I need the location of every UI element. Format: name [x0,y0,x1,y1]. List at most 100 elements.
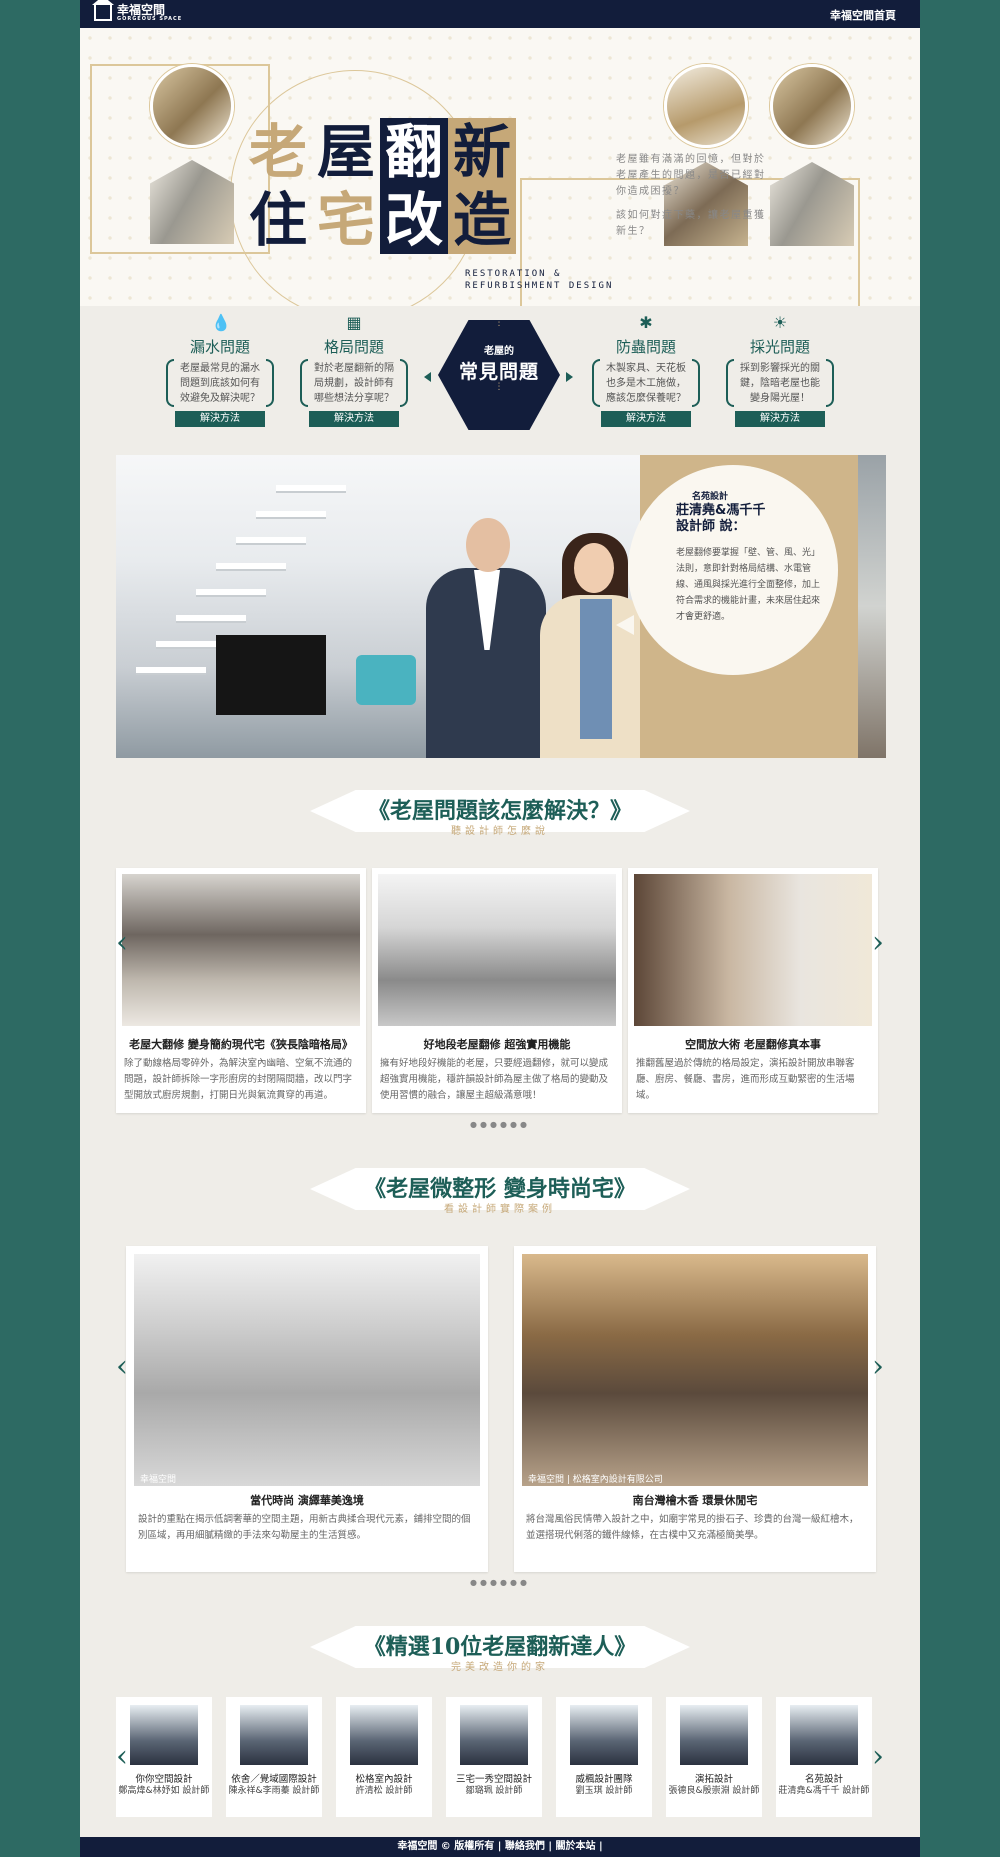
house-icon [92,0,114,21]
designer-feature: 名苑設計 莊清堯&馮千千 設計師 說： 老屋翻修要掌握「壁、管、風、光」法則，意… [116,455,886,758]
article-desc: 擁有好地段好機能的老屋，只要經過翻修，就可以變成超強實用機能，穩許韻設計師為屋主… [380,1058,609,1101]
image-watermark: 幸福空間 | 松格室內設計有限公司 [528,1475,663,1485]
expert-card[interactable]: 三宅一秀空間設計 鄒璐珮 設計師 [446,1697,542,1817]
case-card[interactable]: 幸福空間 當代時尚 演繹華美逸境 設計的重點在揭示低調奢華的空間主題，用新古典揉… [126,1246,488,1572]
article-card[interactable]: 老屋大翻修 變身簡約現代宅《狹長陰暗格局》 除了動線格局零碎外，為解決室內幽暗、… [116,868,366,1113]
problem-pest: ✱ 防蟲問題 木製家具、天花板也多是木工施做，應該怎麼保養呢？ 解決方法 [586,314,706,427]
expert-names: 鄭高煒&林妤如 設計師 [118,1786,210,1796]
expert-photo [240,1705,308,1765]
case-desc: 將台灣風俗民情帶入設計之中，如廟宇常見的掛石子、珍貴的台灣一級紅檜木，並選搭現代… [526,1514,859,1541]
case-title[interactable]: 當代時尚 演繹華美逸境 [126,1492,488,1508]
problem-leak: 💧 漏水問題 老屋最常見的漏水問題到底該如何有效避免及解決呢？ 解決方法 [160,314,280,427]
logo-text: 幸福空間 [117,3,166,17]
title-char: 屋 [316,118,375,186]
title-char: 改 [380,186,448,254]
carousel-prev-icon[interactable]: ‹ [116,1742,128,1772]
site-logo[interactable]: 幸福空間 GORGEOUS SPACE [92,0,183,22]
title-char: 造 [448,186,516,254]
article-card[interactable]: 好地段老屋翻修 超強實用機能 擁有好地段好機能的老屋，只要經過翻修，就可以變成超… [372,868,622,1113]
carousel-next-icon[interactable]: › [872,1352,884,1382]
footer[interactable]: 幸福空間 © 版權所有 | 聯絡我們 | 關於本站 | [80,1837,920,1857]
logo-subtext: GORGEOUS SPACE [117,16,183,22]
carousel-pager[interactable]: ●●●●●● [80,1120,920,1129]
problem-desc: 採到影響採光的關鍵，陰暗老屋也能變身陽光屋！ [726,359,834,407]
expert-names: 許清松 設計師 [355,1786,413,1796]
problem-title: 格局問題 [323,338,384,356]
interior-photo [770,64,854,148]
expert-photo [790,1705,858,1765]
hero-title: 老 屋 翻 新 住 宅 改 造 [244,118,516,254]
problem-title: 採光問題 [749,338,810,356]
image-watermark: 幸福空間 [140,1475,177,1485]
article-title[interactable]: 好地段老屋翻修 超強實用機能 [372,1036,622,1052]
armchair [356,655,416,705]
expert-card[interactable]: 松格室內設計 許清松 設計師 [336,1697,432,1817]
top-bar: 幸福空間 GORGEOUS SPACE 幸福空間首頁 [80,0,920,28]
expert-company: 三宅一秀空間設計 [455,1774,532,1785]
problem-desc: 對於老屋翻新的隔局規劃，設計師有哪些想法分享呢？ [300,359,408,407]
article-card[interactable]: 空間放大術 老屋翻修真本事 推翻舊屋過於傳統的格局設定，演拓設計開放串聯客廳、廚… [628,868,878,1113]
common-problems: 💧 漏水問題 老屋最常見的漏水問題到底該如何有效避免及解決呢？ 解決方法 ▦ 格… [80,306,920,440]
solution-button[interactable]: 解決方法 [175,411,265,427]
article-title[interactable]: 老屋大翻修 變身簡約現代宅《狹長陰暗格局》 [116,1036,366,1052]
expert-card[interactable]: 名苑設計 莊清堯&馮千千 設計師 [776,1697,872,1817]
expert-card[interactable]: 你你空間設計 鄭高煒&林妤如 設計師 [116,1697,212,1817]
title-char: 翻 [380,118,448,186]
title-char: 新 [448,118,516,186]
carousel-prev-icon[interactable]: ‹ [116,1352,128,1382]
article-desc: 推翻舊屋過於傳統的格局設定，演拓設計開放串聯客廳、廚房、餐廳、書房，進而形成互動… [636,1058,855,1101]
title-char: 宅 [316,186,375,254]
expert-card[interactable]: 依舍／覺域國際設計 陳永祥&李雨蓁 設計師 [226,1697,322,1817]
case-card[interactable]: 幸福空間 | 松格室內設計有限公司 南台灣檜木香 環景休閒宅 將台灣風俗民情帶入… [514,1246,876,1572]
problem-desc: 老屋最常見的漏水問題到底該如何有效避免及解決呢？ [166,359,274,407]
case-image [134,1254,480,1486]
expert-photo [350,1705,418,1765]
expert-company: 威楓設計團隊 [575,1774,633,1785]
solution-button[interactable]: 解決方法 [735,411,825,427]
problem-desc: 木製家具、天花板也多是木工施做，應該怎麼保養呢？ [592,359,700,407]
problem-layout: ▦ 格局問題 對於老屋翻新的隔局規劃，設計師有哪些想法分享呢？ 解決方法 [294,314,414,427]
designer-company: 名苑設計 [691,492,728,502]
article-image [634,874,872,1026]
section-title-solutions: 《老屋問題該怎麼解決？》 聽設計師怎麼說 [80,790,920,837]
carousel-next-icon[interactable]: › [872,928,884,958]
case-image [522,1254,868,1486]
bug-icon: ✱ [639,313,653,332]
hero-english-title: RESTORATION & REFURBISHMENT DESIGN [465,269,614,291]
expert-names: 鄒璐珮 設計師 [465,1786,523,1796]
expert-card[interactable]: 演拓設計 張德良&殷崇淵 設計師 [666,1697,762,1817]
expert-photo [570,1705,638,1765]
case-desc: 設計的重點在揭示低調奢華的空間主題，用新古典揉合現代元素，鋪排空間的個別區域，再… [138,1514,471,1541]
article-desc: 除了動線格局零碎外，為解決室內幽暗、空氣不流通的問題，設計師拆除一字形廚房的封閉… [124,1058,353,1101]
case-title[interactable]: 南台灣檜木香 環景休閒宅 [514,1492,876,1508]
tv-cabinet [216,635,326,715]
title-char: 住 [248,186,307,254]
title-char: 老 [248,118,307,186]
expert-photo [130,1705,198,1765]
solution-button[interactable]: 解決方法 [601,411,691,427]
expert-company: 演拓設計 [694,1774,733,1785]
designer-name: 莊清堯&馮千千 設計師 說： [676,503,766,534]
home-link[interactable]: 幸福空間首頁 [830,7,896,23]
arrow-right-icon [566,372,573,382]
water-drop-icon: 💧 [211,313,231,332]
expert-company: 松格室內設計 [355,1774,413,1785]
carousel-prev-icon[interactable]: ‹ [116,928,128,958]
page: 幸福空間 GORGEOUS SPACE 幸福空間首頁 老 屋 翻 新 住 宅 改 … [80,0,920,1857]
designer-photo-male [426,518,546,758]
article-title[interactable]: 空間放大術 老屋翻修真本事 [628,1036,878,1052]
problem-title: 漏水問題 [189,338,250,356]
case-carousel: 幸福空間 當代時尚 演繹華美逸境 設計的重點在揭示低調奢華的空間主題，用新古典揉… [116,1246,886,1576]
common-problems-badge: ⋮ 老屋的 常見問題 ⋮ [438,320,560,430]
carousel-next-icon[interactable]: › [872,1742,884,1772]
solution-button[interactable]: 解決方法 [309,411,399,427]
floorplan-icon: ▦ [346,313,362,332]
expert-company: 名苑設計 [804,1774,843,1785]
interior-photo [664,64,748,148]
section-title-experts: 《精選10位老屋翻新達人》 完美改造你的家 [80,1626,920,1673]
expert-names: 劉玉琪 設計師 [575,1786,633,1796]
carousel-pager[interactable]: ●●●●●● [80,1578,920,1587]
expert-names: 張德良&殷崇淵 設計師 [668,1786,760,1796]
expert-card[interactable]: 威楓設計團隊 劉玉琪 設計師 [556,1697,652,1817]
expert-company: 依舍／覺域國際設計 [231,1774,317,1785]
